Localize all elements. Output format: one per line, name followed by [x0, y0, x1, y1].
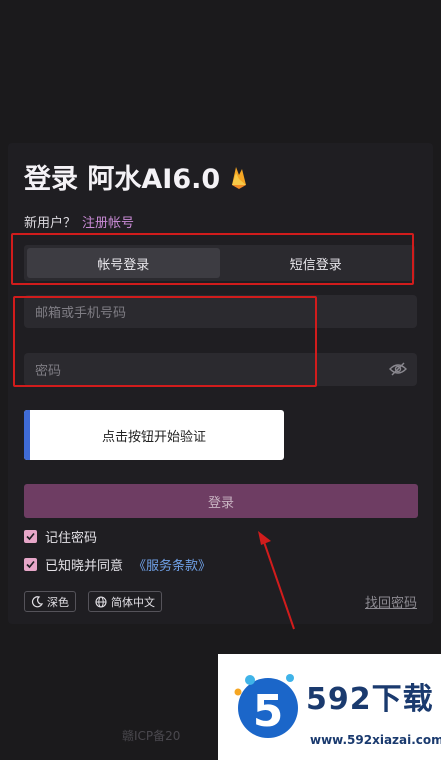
password-placeholder: 密码: [35, 364, 62, 379]
password-input[interactable]: 密码: [24, 353, 417, 386]
account-input[interactable]: 邮箱或手机号码: [24, 295, 417, 328]
globe-icon: [95, 595, 107, 608]
tab-account-login[interactable]: 帐号登录: [27, 248, 220, 278]
forgot-password-link[interactable]: 找回密码: [365, 592, 417, 611]
login-label: 登录: [207, 495, 234, 511]
moon-icon: [31, 595, 43, 607]
new-user-row: 新用户？ 注册帐号: [24, 212, 134, 231]
language-button[interactable]: 简体中文: [88, 591, 162, 612]
annotation-arrow-icon: [258, 531, 295, 630]
fire-icon: [232, 166, 247, 189]
eye-slash-icon[interactable]: [389, 362, 407, 376]
check-icon: [26, 532, 35, 541]
login-tabs: 帐号登录 短信登录: [24, 245, 415, 281]
remember-row[interactable]: 记住密码: [24, 527, 97, 546]
verify-button[interactable]: 点击按钮开始验证: [24, 410, 284, 460]
terms-link[interactable]: 《服务条款》: [133, 555, 211, 574]
watermark: 5 592下载 www.592xiazai.com: [218, 654, 441, 760]
remember-label: 记住密码: [45, 531, 98, 546]
check-icon: [26, 560, 35, 569]
agree-label: 已知晓并同意: [45, 559, 124, 574]
agree-checkbox[interactable]: [24, 558, 37, 571]
new-user-label: 新用户？: [24, 216, 77, 231]
verify-label: 点击按钮开始验证: [101, 429, 206, 445]
register-link[interactable]: 注册帐号: [82, 216, 134, 231]
watermark-logo-icon: 5: [234, 674, 298, 738]
agree-row[interactable]: 已知晓并同意 《服务条款》: [24, 555, 211, 574]
login-card: 登录 阿水AI6.0 新用户？ 注册帐号 帐号登录 短信登录 邮箱或手机号码 密码…: [8, 143, 433, 624]
verify-accent-bar: [24, 410, 30, 460]
login-button[interactable]: 登录: [24, 484, 418, 518]
language-label: 简体中文: [111, 595, 155, 609]
icp-footer: 赣ICP备20: [122, 729, 181, 743]
theme-toggle-button[interactable]: 深色: [24, 591, 76, 612]
watermark-name: 592下载: [306, 682, 434, 717]
tab-sms-login[interactable]: 短信登录: [220, 248, 413, 278]
watermark-url: www.592xiazai.com: [310, 733, 441, 747]
remember-checkbox[interactable]: [24, 530, 37, 543]
title-text: 登录 阿水AI6.0: [24, 164, 221, 195]
theme-label: 深色: [47, 595, 69, 609]
page-title: 登录 阿水AI6.0: [24, 157, 250, 196]
account-placeholder: 邮箱或手机号码: [35, 306, 127, 321]
watermark-logo-digit: 5: [253, 686, 284, 737]
